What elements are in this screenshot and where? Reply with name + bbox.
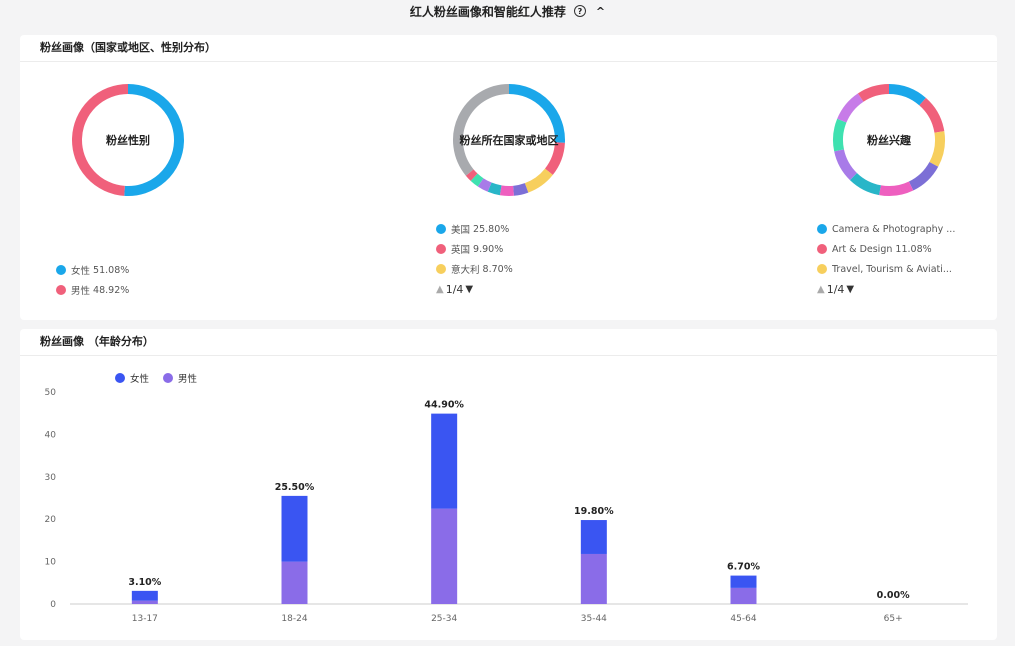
legend-item-interest-1[interactable]: Camera & Photography ... [817,219,967,239]
gender-donut-chart[interactable]: 粉丝性别 [70,82,186,198]
age-distribution-card: 粉丝画像 （年龄分布） 女性 男性 0 10 20 30 40 50 3.10% 13-17 2… [20,329,997,640]
y-tick-label: 30 [45,473,57,483]
demographics-card-title: 粉丝画像（国家或地区、性别分布） [20,35,997,62]
bar-data-label: 3.10% [128,577,161,588]
chevron-up-icon[interactable]: ^ [596,5,605,18]
bar-18-24-male[interactable] [281,561,308,604]
y-tick-label: 20 [45,515,57,525]
bar-45-64-female[interactable] [730,575,757,588]
x-tick-label: 35-44 [581,614,607,624]
x-tick-label: 13-17 [132,614,158,624]
bar-13-17-female[interactable] [131,590,158,601]
pager-next-icon[interactable]: ▼ [465,284,473,295]
legend-item-female[interactable]: 女性 51.08% [56,260,129,280]
x-tick-label: 25-34 [431,614,457,624]
legend-item-male[interactable]: 男性 48.92% [56,280,129,300]
country-legend-pager: ▲ 1/4 ▼ [436,282,474,296]
interest-legend-pager: ▲ 1/4 ▼ [817,282,855,296]
bar-data-label: 19.80% [574,506,614,517]
page-title: 红人粉丝画像和智能红人推荐 [409,4,566,19]
bar-35-44-male[interactable] [580,553,607,604]
gender-legend: 女性 51.08% 男性 48.92% [56,260,129,300]
y-tick-label: 10 [45,558,57,568]
pager-next-icon[interactable]: ▼ [846,284,854,295]
x-tick-label: 65+ [884,614,903,624]
legend-item-country-2[interactable]: 英国 9.90% [436,239,513,259]
bar-35-44-female[interactable] [580,520,607,554]
y-tick-label: 50 [45,388,57,398]
age-bar-chart: 0 10 20 30 40 50 3.10% 13-17 25.50% 18-24 44.90% 25… [45,388,968,624]
age-card-title: 粉丝画像 （年龄分布） [20,329,997,356]
gender-donut-label: 粉丝性别 [106,134,150,147]
bar-45-64-male[interactable] [730,587,757,604]
header-bar: 红人粉丝画像和智能红人推荐 ? ^ [0,0,1015,22]
country-donut-label: 粉丝所在国家或地区 [459,134,559,147]
bar-18-24-female[interactable] [281,495,308,562]
interest-donut-chart[interactable]: 粉丝兴趣 [831,82,947,198]
y-tick-label: 40 [45,430,57,440]
bar-data-label: 44.90% [424,400,464,411]
legend-item-country-3[interactable]: 意大利 8.70% [436,259,513,279]
bar-13-17-male[interactable] [131,600,158,604]
demographics-card: 粉丝画像（国家或地区、性别分布） 粉丝性别 女性 51.08% 男性 48.92… [20,35,997,320]
bar-25-34-female[interactable] [431,413,458,509]
interest-donut-label: 粉丝兴趣 [867,134,911,147]
bar-data-label: 6.70% [727,562,760,573]
legend-item-country-1[interactable]: 美国 25.80% [436,219,513,239]
bar-data-label: 25.50% [275,482,315,493]
x-tick-label: 18-24 [281,614,307,624]
legend-item-interest-2[interactable]: Art & Design 11.08% [817,239,967,259]
help-icon[interactable]: ? [573,5,586,17]
y-tick-label: 0 [50,600,56,610]
legend-item-interest-3[interactable]: Travel, Tourism & Aviati... [817,259,967,279]
x-tick-label: 45-64 [730,614,756,624]
pager-prev-icon[interactable]: ▲ [817,284,825,295]
country-donut-chart[interactable]: 粉丝所在国家或地区 [451,82,567,198]
country-legend: 美国 25.80% 英国 9.90% 意大利 8.70% ▲ 1/4 ▼ [436,219,513,299]
bar-data-label: 0.00% [877,590,910,601]
pager-prev-icon[interactable]: ▲ [436,284,444,295]
bar-25-34-male[interactable] [431,508,458,604]
interest-legend: Camera & Photography ... Art & Design 11… [817,219,967,299]
